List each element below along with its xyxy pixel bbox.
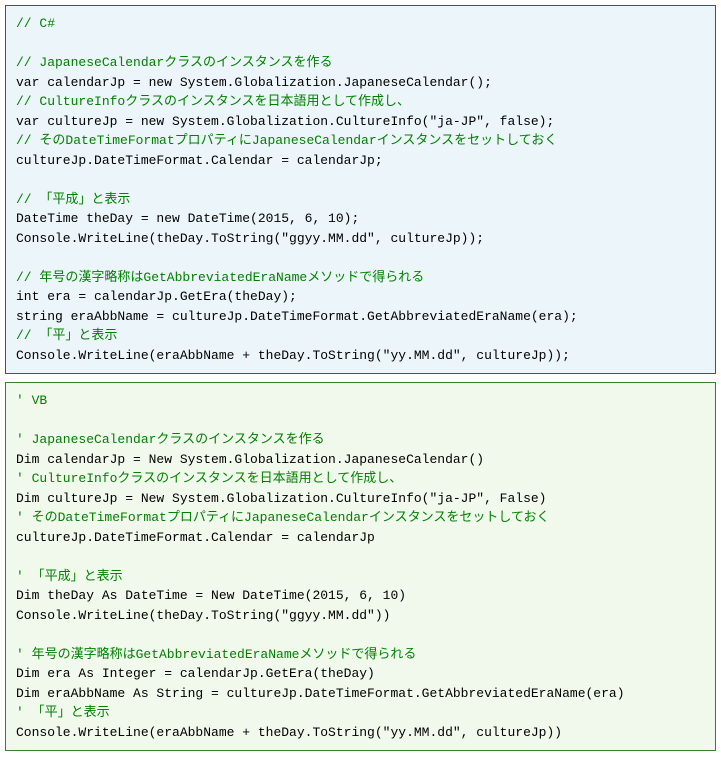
csharp-line: // JapaneseCalendarクラスのインスタンスを作る xyxy=(16,53,705,73)
vb-line: ' 「平成」と表示 xyxy=(16,567,705,587)
vb-line: Console.WriteLine(theDay.ToString("ggyy.… xyxy=(16,606,705,626)
csharp-line: var cultureJp = new System.Globalization… xyxy=(16,112,705,132)
vb-line: Dim calendarJp = New System.Globalizatio… xyxy=(16,450,705,470)
csharp-line xyxy=(16,170,705,190)
csharp-line xyxy=(16,248,705,268)
csharp-line: cultureJp.DateTimeFormat.Calendar = cale… xyxy=(16,151,705,171)
vb-line: Console.WriteLine(eraAbbName + theDay.To… xyxy=(16,723,705,743)
vb-line: Dim eraAbbName As String = cultureJp.Dat… xyxy=(16,684,705,704)
vb-line: cultureJp.DateTimeFormat.Calendar = cale… xyxy=(16,528,705,548)
csharp-line xyxy=(16,34,705,54)
vb-line xyxy=(16,547,705,567)
vb-line: ' CultureInfoクラスのインスタンスを日本語用として作成し、 xyxy=(16,469,705,489)
vb-line: ' そのDateTimeFormatプロパティにJapaneseCalendar… xyxy=(16,508,705,528)
csharp-line: // CultureInfoクラスのインスタンスを日本語用として作成し、 xyxy=(16,92,705,112)
csharp-line: var calendarJp = new System.Globalizatio… xyxy=(16,73,705,93)
csharp-line: DateTime theDay = new DateTime(2015, 6, … xyxy=(16,209,705,229)
vb-line xyxy=(16,411,705,431)
vb-line: ' JapaneseCalendarクラスのインスタンスを作る xyxy=(16,430,705,450)
vb-line: ' 「平」と表示 xyxy=(16,703,705,723)
csharp-line: // 「平」と表示 xyxy=(16,326,705,346)
csharp-line: // そのDateTimeFormatプロパティにJapaneseCalenda… xyxy=(16,131,705,151)
vb-code-block: ' VB ' JapaneseCalendarクラスのインスタンスを作るDim … xyxy=(5,382,716,751)
vb-line: ' 年号の漢字略称はGetAbbreviatedEraNameメソッドで得られる xyxy=(16,645,705,665)
csharp-line: // 年号の漢字略称はGetAbbreviatedEraNameメソッドで得られ… xyxy=(16,268,705,288)
vb-line: ' VB xyxy=(16,391,705,411)
csharp-line: // C# xyxy=(16,14,705,34)
csharp-code-block: // C# // JapaneseCalendarクラスのインスタンスを作るva… xyxy=(5,5,716,374)
vb-line: Dim theDay As DateTime = New DateTime(20… xyxy=(16,586,705,606)
csharp-line: int era = calendarJp.GetEra(theDay); xyxy=(16,287,705,307)
csharp-line: string eraAbbName = cultureJp.DateTimeFo… xyxy=(16,307,705,327)
csharp-line: Console.WriteLine(theDay.ToString("ggyy.… xyxy=(16,229,705,249)
vb-line xyxy=(16,625,705,645)
vb-line: Dim cultureJp = New System.Globalization… xyxy=(16,489,705,509)
csharp-line: // 「平成」と表示 xyxy=(16,190,705,210)
csharp-line: Console.WriteLine(eraAbbName + theDay.To… xyxy=(16,346,705,366)
